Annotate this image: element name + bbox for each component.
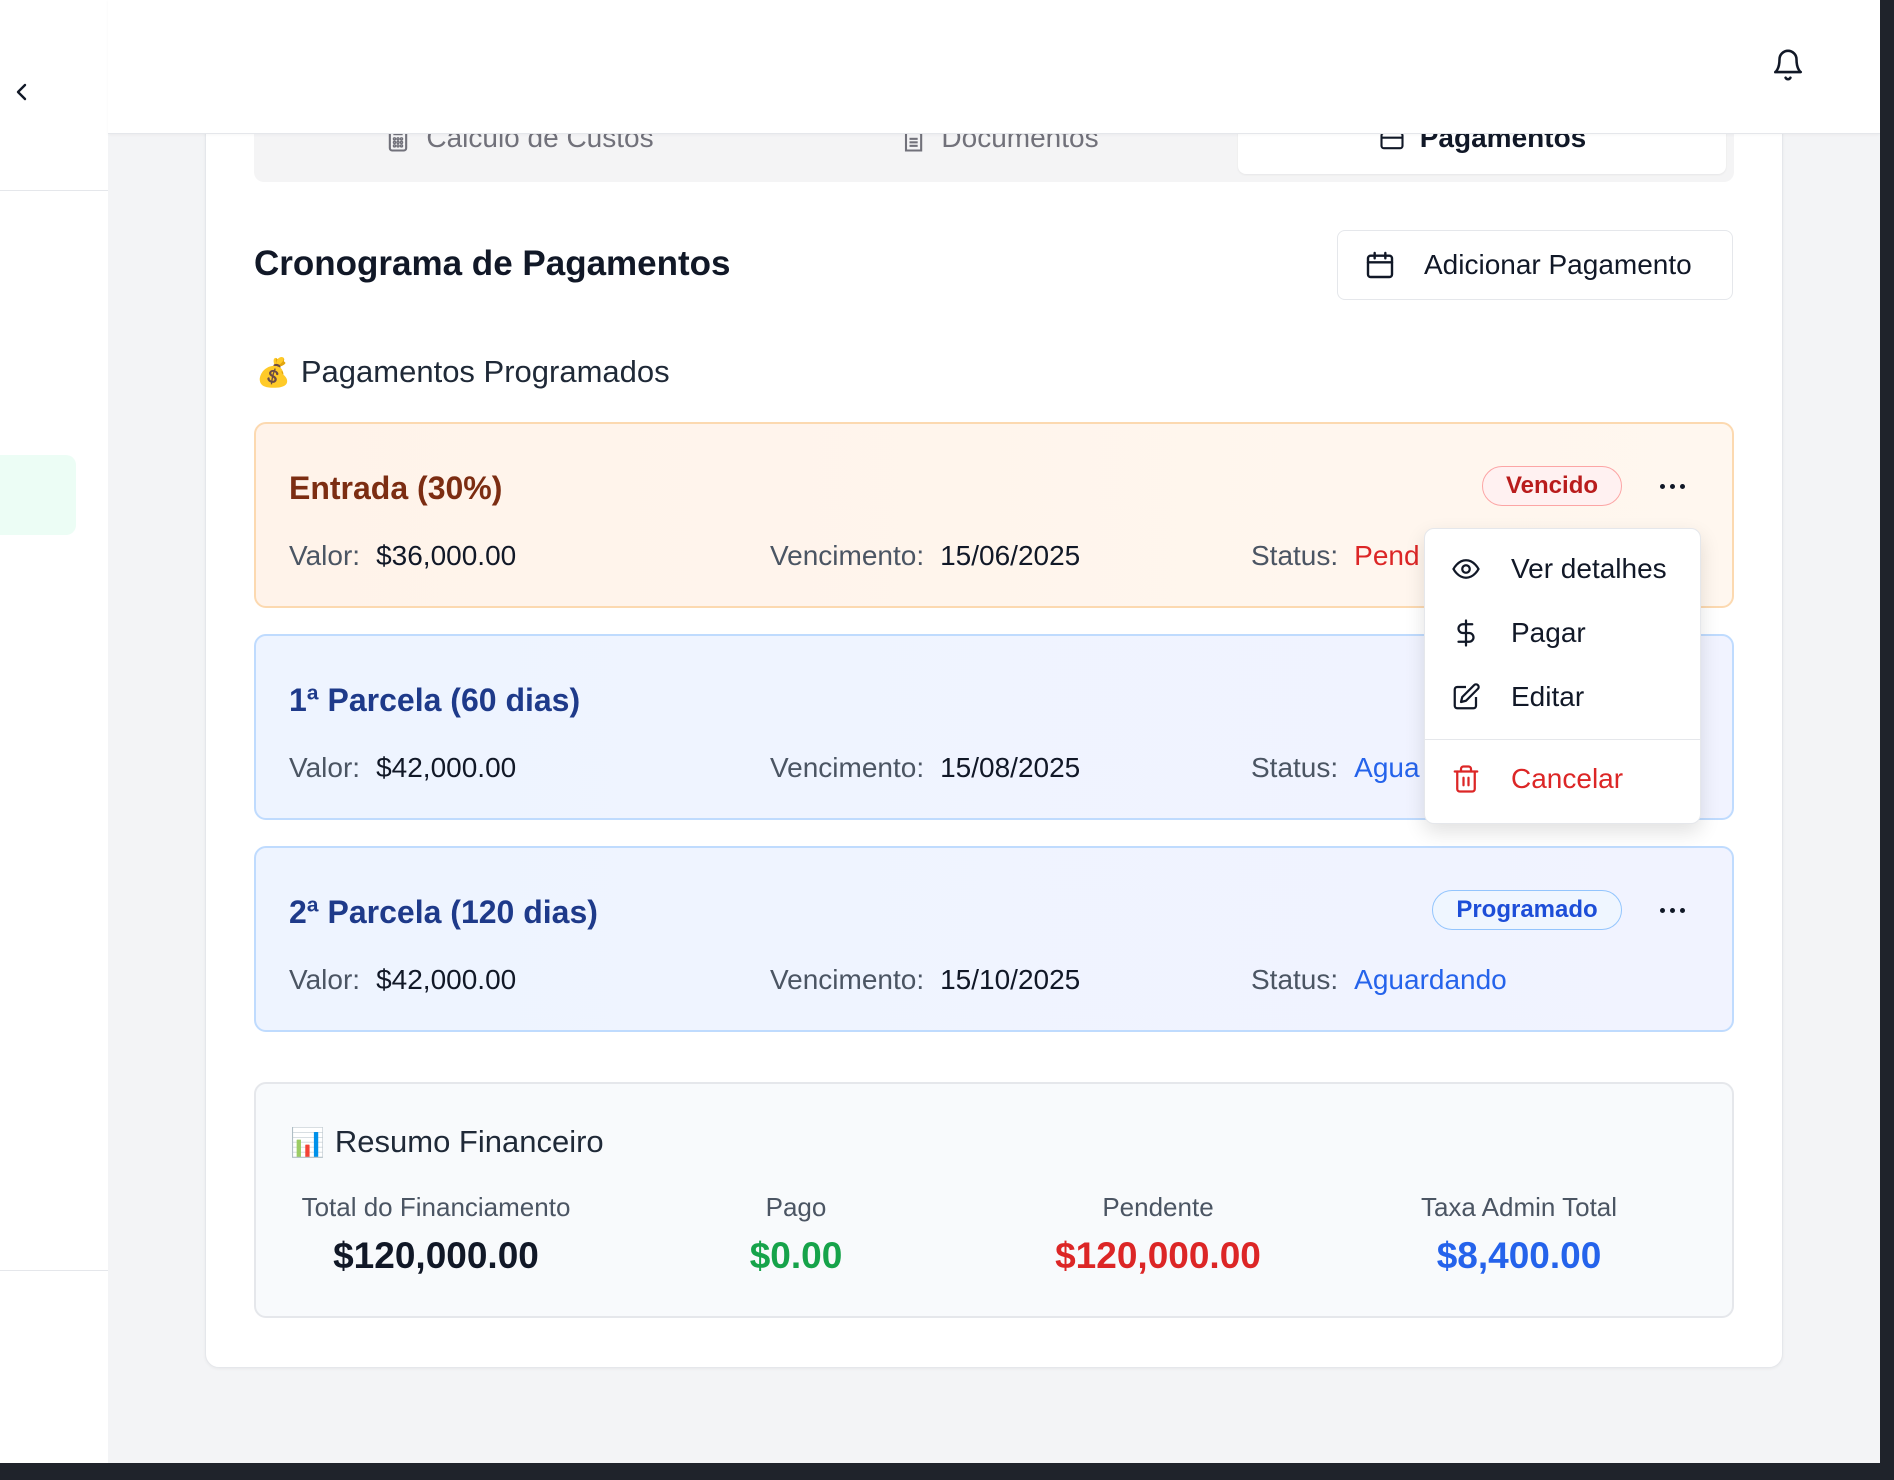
valor-label: Valor:: [289, 540, 361, 571]
status-badge: Programado: [1432, 890, 1622, 930]
summary-value: $8,400.00: [1436, 1235, 1602, 1276]
more-options-icon[interactable]: [1652, 892, 1692, 928]
bell-icon[interactable]: [1771, 47, 1805, 83]
status-value: Aguardando: [1354, 964, 1507, 995]
menu-label: Editar: [1511, 681, 1585, 712]
more-options-icon[interactable]: [1652, 468, 1692, 504]
dollar-icon: [1457, 619, 1475, 647]
summary-label: Pendente: [1102, 1192, 1214, 1222]
page-title: Cronograma de Pagamentos: [254, 244, 731, 283]
vencimento-value: 15/06/2025: [940, 540, 1081, 571]
summary-label: Taxa Admin Total: [1420, 1192, 1618, 1222]
vencimento-label: Vencimento:: [770, 540, 925, 571]
summary-admin-fee: Taxa Admin Total $8,400.00: [1339, 1192, 1699, 1277]
valor-label: Valor:: [289, 964, 361, 995]
subsection-title: Pagamentos Programados: [300, 354, 670, 389]
valor-value: $36,000.00: [376, 540, 517, 571]
payment-valor: Valor: $36,000.00: [289, 540, 516, 572]
vencimento-value: 15/10/2025: [940, 964, 1081, 995]
sidebar-item-active[interactable]: [0, 455, 76, 535]
payment-actions-menu: Ver detalhes Pagar Editar Cancelar: [1424, 528, 1701, 824]
summary-total: Total do Financiamento $120,000.00: [256, 1192, 616, 1277]
summary-paid: Pago $0.00: [616, 1192, 976, 1277]
payment-title: Entrada (30%): [289, 470, 503, 506]
app-screen: Calculo de Custos Documentos Pagamentos …: [0, 0, 1880, 1463]
payment-status: Status: Agua: [1251, 752, 1420, 784]
payment-vencimento: Vencimento: 15/08/2025: [770, 752, 1080, 784]
payment-vencimento: Vencimento: 15/06/2025: [770, 540, 1080, 572]
money-bag-icon: 💰: [256, 356, 291, 388]
status-label: Status:: [1251, 964, 1339, 995]
status-badge: Vencido: [1482, 466, 1622, 506]
payment-card: 2ª Parcela (120 dias) Programado Valor: $…: [254, 846, 1734, 1032]
summary-label: Pago: [765, 1192, 827, 1222]
status-value: Agua: [1354, 752, 1420, 783]
menu-label: Cancelar: [1511, 763, 1624, 794]
eye-icon: [1452, 559, 1480, 579]
payment-valor: Valor: $42,000.00: [289, 752, 516, 784]
payment-vencimento: Vencimento: 15/10/2025: [770, 964, 1080, 996]
summary-value: $0.00: [749, 1235, 843, 1276]
chevron-left-icon[interactable]: [10, 80, 34, 104]
menu-label: Pagar: [1511, 617, 1586, 648]
valor-label: Valor:: [289, 752, 361, 783]
scheduled-payments-heading: 💰 Pagamentos Programados: [256, 354, 670, 390]
menu-item-view-details[interactable]: Ver detalhes: [1425, 541, 1700, 597]
menu-label: Ver detalhes: [1511, 553, 1667, 584]
vencimento-value: 15/08/2025: [940, 752, 1081, 783]
summary-value: $120,000.00: [333, 1235, 539, 1276]
summary-pending: Pendente $120,000.00: [978, 1192, 1338, 1277]
vencimento-label: Vencimento:: [770, 752, 925, 783]
menu-divider: [1425, 739, 1700, 740]
sidebar-divider: [0, 1270, 108, 1271]
valor-value: $42,000.00: [376, 964, 517, 995]
bar-chart-icon: 📊: [290, 1126, 325, 1158]
calendar-icon: [1366, 251, 1394, 279]
summary-title: Resumo Financeiro: [334, 1124, 604, 1159]
payment-valor: Valor: $42,000.00: [289, 964, 516, 996]
summary-label: Total do Financiamento: [301, 1192, 571, 1222]
vencimento-label: Vencimento:: [770, 964, 925, 995]
summary-heading: 📊 Resumo Financeiro: [290, 1124, 604, 1160]
menu-item-pay[interactable]: Pagar: [1425, 605, 1700, 661]
payment-title: 2ª Parcela (120 dias): [289, 894, 598, 930]
edit-icon: [1453, 683, 1480, 710]
menu-item-cancel[interactable]: Cancelar: [1425, 751, 1700, 807]
add-payment-button[interactable]: Adicionar Pagamento: [1337, 230, 1733, 300]
menu-item-edit[interactable]: Editar: [1425, 669, 1700, 725]
payment-status: Status: Aguardando: [1251, 964, 1507, 996]
status-label: Status:: [1251, 752, 1339, 783]
status-label: Status:: [1251, 540, 1339, 571]
sidebar: [0, 0, 108, 1463]
add-payment-label: Adicionar Pagamento: [1424, 249, 1692, 280]
financial-summary: 📊 Resumo Financeiro Total do Financiamen…: [254, 1082, 1734, 1318]
payment-status: Status: Pend: [1251, 540, 1420, 572]
top-header: [108, 0, 1880, 134]
valor-value: $42,000.00: [376, 752, 517, 783]
summary-value: $120,000.00: [1055, 1235, 1261, 1276]
trash-icon: [1453, 765, 1479, 793]
payment-title: 1ª Parcela (60 dias): [289, 682, 581, 718]
status-value: Pend: [1354, 540, 1420, 571]
sidebar-divider: [0, 190, 108, 191]
